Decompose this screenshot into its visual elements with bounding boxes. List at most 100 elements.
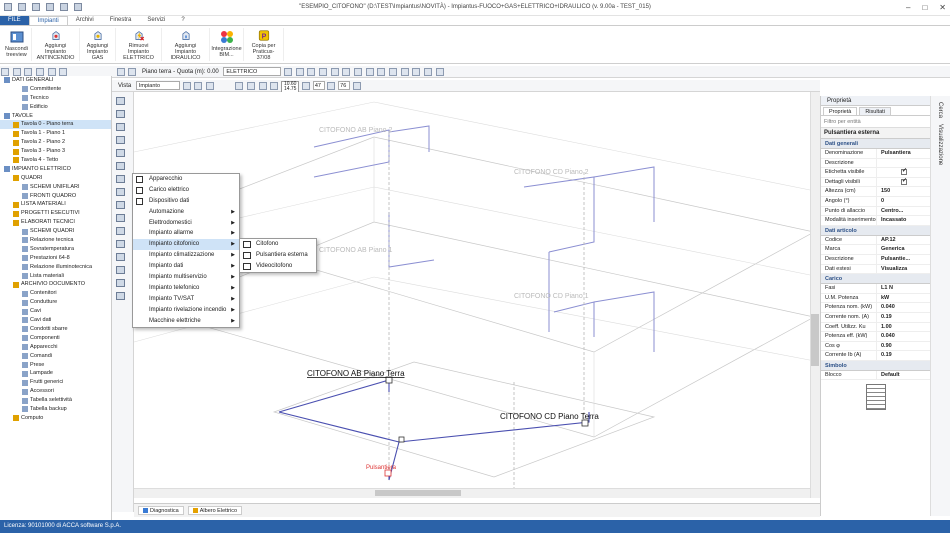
tree-item[interactable]: Cavi: [0, 307, 111, 316]
tree-item[interactable]: PROGETTI ESECUTIVI: [0, 209, 111, 218]
properties-icon[interactable]: [400, 68, 409, 76]
tree-item[interactable]: Apparecchi: [0, 343, 111, 352]
draw-wall-icon[interactable]: [284, 68, 293, 76]
property-row[interactable]: Fasi L1 N: [821, 284, 930, 294]
tree-options-icon[interactable]: [36, 68, 45, 76]
tree-item[interactable]: Lista materiali: [0, 272, 111, 281]
property-value[interactable]: 0.19: [877, 313, 930, 322]
pan-icon[interactable]: [205, 82, 214, 90]
menu-archivi[interactable]: Archivi: [68, 16, 102, 25]
tab-proprieta[interactable]: Proprietà: [823, 107, 858, 115]
maximize-icon[interactable]: □: [922, 3, 927, 12]
property-row[interactable]: Potenza eff. (kW) 0.040: [821, 332, 930, 342]
insert-busbar-icon[interactable]: [116, 253, 125, 261]
context-menu-item[interactable]: Impianto rivelazione incendio ▶: [133, 305, 239, 316]
tree-item[interactable]: ARCHIVIO DOCUMENTO: [0, 280, 111, 289]
rotate-view-icon[interactable]: [302, 82, 311, 90]
insert-socket-icon[interactable]: [116, 110, 125, 118]
property-value[interactable]: [877, 178, 930, 186]
tree-item[interactable]: Tavola 0 - Piano terra: [0, 120, 111, 130]
property-value[interactable]: 0.90: [877, 342, 930, 351]
submenu-item-pulsantiera[interactable]: Pulsantiera esterna: [240, 250, 316, 261]
add-fire-system-button[interactable]: Aggiungi Impianto ANTINCENDIO: [32, 28, 80, 61]
property-row[interactable]: Blocco Default: [821, 370, 930, 381]
move-icon[interactable]: [319, 68, 328, 76]
copy-icon[interactable]: [330, 68, 339, 76]
property-value[interactable]: kW: [877, 294, 930, 303]
property-row[interactable]: Modalità inserimento Incassato: [821, 216, 930, 226]
tab-risultati[interactable]: Risultati: [859, 107, 891, 115]
menu-impianti[interactable]: Impianti: [28, 16, 68, 25]
context-menu-item[interactable]: Impianto allarme ▶: [133, 228, 239, 239]
print-preview-icon[interactable]: [412, 68, 421, 76]
tree-item[interactable]: SCHEMI QUADRI: [0, 227, 111, 236]
hide-treeview-button[interactable]: Nascondi treeview: [2, 28, 32, 61]
expand-icon[interactable]: [47, 68, 56, 76]
tree-item[interactable]: Tabella backup: [0, 405, 111, 414]
tree-item[interactable]: Tavola 2 - Piano 2: [0, 138, 111, 147]
property-row[interactable]: Dettagli visibili: [821, 177, 930, 188]
tree-item[interactable]: Comandi: [0, 352, 111, 361]
tree-item[interactable]: Contenitori: [0, 289, 111, 298]
context-menu-item[interactable]: Impianto multiservizio ▶: [133, 272, 239, 283]
context-menu-item[interactable]: Impianto citofonico ▶: [133, 239, 239, 251]
insert-text-icon[interactable]: [116, 279, 125, 287]
align-icon[interactable]: [377, 68, 386, 76]
zoom-window-icon[interactable]: [194, 82, 203, 90]
snap-icon[interactable]: [307, 68, 316, 76]
context-menu-item[interactable]: Apparecchio: [133, 174, 239, 185]
property-value[interactable]: Pulsantiera: [877, 149, 930, 158]
insert-light-icon[interactable]: [116, 97, 125, 105]
tab-albero-elettrico[interactable]: Albero Elettrico: [187, 506, 243, 515]
properties-section[interactable]: Dati generali: [821, 139, 930, 149]
tree-item[interactable]: Tecnico: [0, 94, 111, 103]
tree-item[interactable]: Condutture: [0, 298, 111, 307]
property-value[interactable]: 0.040: [877, 332, 930, 341]
tree-item[interactable]: Condotti sbarre: [0, 325, 111, 334]
property-value[interactable]: 150: [877, 187, 930, 196]
menu-file[interactable]: FILE: [0, 16, 29, 25]
tree-item[interactable]: DATI GENERALI: [0, 76, 111, 85]
property-value[interactable]: 0.19: [877, 351, 930, 360]
menu-servizi[interactable]: Servizi: [139, 16, 173, 25]
property-value[interactable]: 0: [877, 197, 930, 206]
property-row[interactable]: Corrente Ib (A) 0.19: [821, 351, 930, 361]
insert-panel-icon[interactable]: [116, 136, 125, 144]
tilt-view-icon[interactable]: [327, 82, 336, 90]
add-gas-system-button[interactable]: Aggiungi Impianto GAS: [80, 28, 116, 61]
context-menu-item[interactable]: Impianto dati ▶: [133, 261, 239, 272]
context-menu-item[interactable]: Dispositivo dati: [133, 196, 239, 207]
copy-praticus-button[interactable]: P Copia per Praticus-37/08: [244, 28, 284, 61]
layer-manager-icon[interactable]: [389, 68, 398, 76]
tree-item[interactable]: FRONTI QUADRO: [0, 192, 111, 201]
tree-item[interactable]: QUADRI: [0, 174, 111, 183]
zoom-tree-icon[interactable]: [1, 68, 9, 76]
property-value[interactable]: Visualizza: [877, 265, 930, 274]
tree-item[interactable]: Tavola 4 - Tetto: [0, 156, 111, 165]
tree-item[interactable]: Tabella selettività: [0, 396, 111, 405]
angle-a-input[interactable]: 47: [312, 81, 325, 90]
tree-item[interactable]: TAVOLE: [0, 112, 111, 121]
horizontal-scroll-thumb[interactable]: [375, 490, 461, 496]
context-menu-item[interactable]: Impianto climatizzazione ▶: [133, 250, 239, 261]
tab-diagnostica[interactable]: Diagnostica: [138, 506, 184, 515]
context-menu-item[interactable]: Impianto telefonico ▶: [133, 283, 239, 294]
tree-item[interactable]: Relazione illuminotecnica: [0, 263, 111, 272]
insert-sensor-icon[interactable]: [116, 240, 125, 248]
property-value[interactable]: Default: [877, 371, 930, 380]
insert-cable-icon[interactable]: [116, 162, 125, 170]
layer-select[interactable]: ELETTRICO: [223, 67, 282, 76]
tree-item[interactable]: ELABORATI TECNICI: [0, 218, 111, 227]
ortho-icon[interactable]: [235, 82, 244, 90]
tree-item[interactable]: Committente: [0, 85, 111, 94]
settings-icon[interactable]: [435, 68, 444, 76]
view-select[interactable]: Impianto: [135, 81, 180, 90]
checkbox-checked[interactable]: [901, 168, 907, 177]
tree-item[interactable]: Edificio: [0, 103, 111, 112]
property-row[interactable]: Descrizione: [821, 158, 930, 169]
property-value[interactable]: 1.00: [877, 323, 930, 332]
tree-item[interactable]: Accessori: [0, 387, 111, 396]
property-value[interactable]: AP.12: [877, 236, 930, 245]
context-menu-item[interactable]: Automazione ▶: [133, 207, 239, 218]
property-row[interactable]: Coeff. Utilizz. Ku 1.00: [821, 322, 930, 333]
